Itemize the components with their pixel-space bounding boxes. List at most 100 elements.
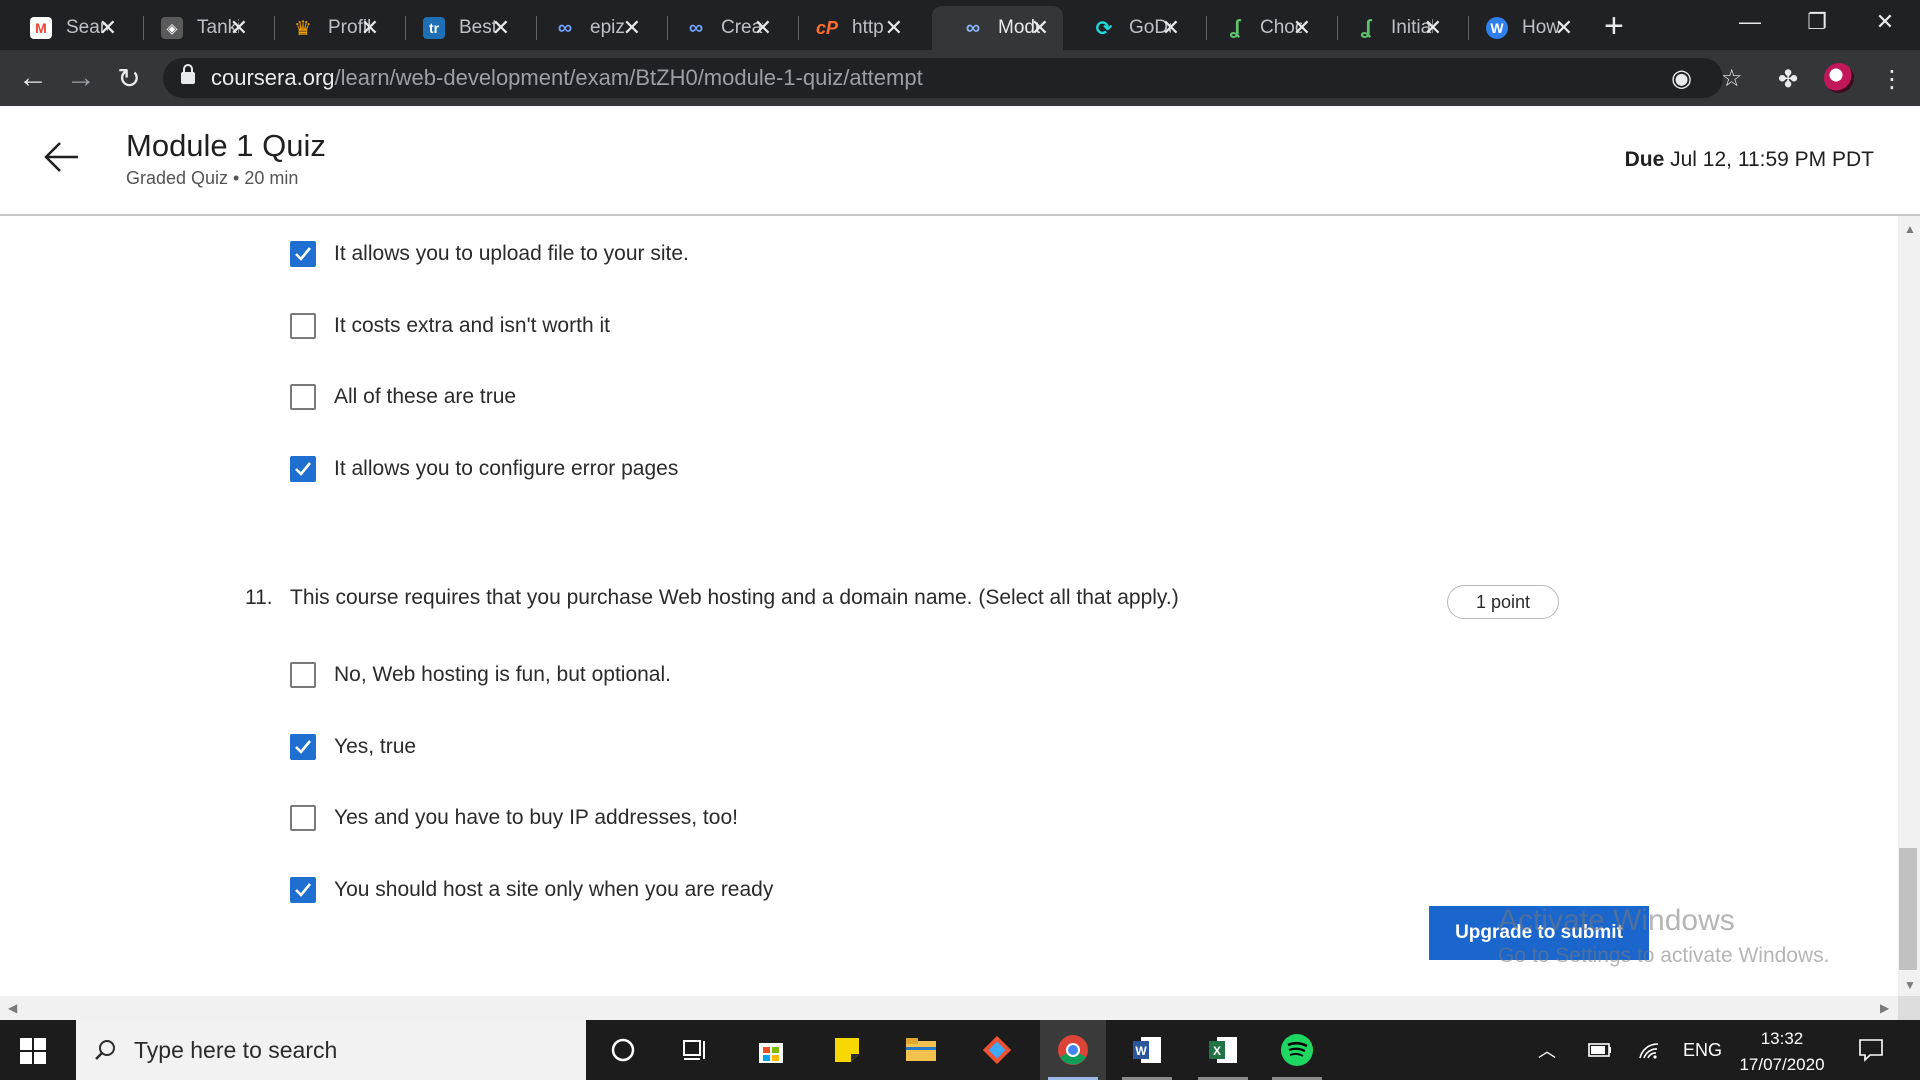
close-tab-icon[interactable]: ✕ [492,15,510,41]
horizontal-scrollbar[interactable] [0,996,1898,1020]
microsoft-store-icon[interactable] [738,1020,804,1080]
checkbox-checked[interactable] [290,456,316,482]
gmail-icon: M [30,17,52,39]
quiz-header: Module 1 Quiz Graded Quiz • 20 min Due J… [0,106,1920,216]
checkbox-checked[interactable] [290,877,316,903]
close-window-button[interactable]: ✕ [1850,0,1920,44]
back-button[interactable]: ← [13,58,53,98]
question-number: 11. [245,586,273,609]
check-icon [295,883,312,897]
checkbox-unchecked[interactable] [290,313,316,339]
address-bar[interactable]: coursera.org/learn/web-development/exam/… [163,58,1743,98]
notifications-icon[interactable] [1858,1020,1884,1080]
q11-option-2[interactable]: Yes, true [290,731,416,763]
tab-7[interactable]: cP http ✕ [786,6,917,50]
tab-6[interactable]: ∞ Create ✕ [655,6,786,50]
activate-windows-hint: Go to Settings to activate Windows. [1498,944,1830,967]
close-tab-icon[interactable]: ✕ [361,15,379,41]
new-tab-button[interactable]: + [1604,6,1624,46]
clock-date: 17/07/2020 [1739,1055,1825,1074]
word-icon[interactable]: W [1114,1020,1180,1080]
close-tab-icon[interactable]: ✕ [885,15,903,41]
battery-icon[interactable] [1588,1020,1612,1080]
git-icon[interactable] [964,1020,1030,1080]
star-icon[interactable]: ☆ [1721,64,1743,93]
lock-icon [181,64,195,84]
godaddy-icon: ⟳ [1095,17,1113,40]
close-tab-icon[interactable]: ✕ [230,15,248,41]
close-tab-icon[interactable]: ✕ [623,15,641,41]
vertical-scroll-thumb[interactable] [1899,848,1917,970]
q11-option-1[interactable]: No, Web hosting is fun, but optional. [290,659,671,691]
show-hidden-icons-chevron-icon[interactable]: ︿ [1538,1020,1556,1080]
scroll-up-arrow-icon[interactable]: ▲ [1904,222,1916,236]
forward-button[interactable]: → [61,58,101,98]
excel-icon[interactable]: X [1190,1020,1256,1080]
back-arrow-icon[interactable] [40,136,82,178]
tab-4[interactable]: tr Best ✕ [393,6,524,50]
checkbox-checked[interactable] [290,734,316,760]
tab-8-active[interactable]: ∞ Module ✕ [932,6,1063,50]
language-indicator[interactable]: ENG [1683,1020,1722,1080]
close-tab-icon[interactable]: ✕ [1162,15,1180,41]
q10-option-3[interactable]: All of these are true [290,381,516,413]
file-explorer-icon[interactable] [888,1020,954,1080]
task-view-icon[interactable] [662,1020,728,1080]
reload-button[interactable]: ↻ [109,58,149,98]
option-label: It allows you to upload file to your sit… [334,242,689,265]
tr-icon: tr [423,17,445,39]
q10-option-2[interactable]: It costs extra and isn't worth it [290,310,610,342]
checkbox-unchecked[interactable] [290,384,316,410]
points-badge: 1 point [1447,585,1559,619]
close-tab-icon[interactable]: ✕ [754,15,772,41]
tab-3[interactable]: ♛ Profile ✕ [262,6,393,50]
url-host: coursera.org [211,65,335,90]
tab-11[interactable]: ʆ Initial ✕ [1325,6,1456,50]
leaf-icon: ʆ [1229,16,1241,39]
cortana-icon[interactable] [590,1020,656,1080]
infinity-icon: ∞ [557,16,573,39]
chrome-icon[interactable] [1040,1020,1106,1080]
system-clock[interactable]: 13:32 17/07/2020 [1724,1026,1840,1078]
eye-off-icon[interactable]: ◉ [1671,64,1692,93]
menu-icon[interactable]: ⋮ [1880,65,1904,94]
restore-button[interactable]: ❐ [1782,0,1852,44]
close-tab-icon[interactable]: ✕ [1293,15,1311,41]
wifi-icon[interactable] [1638,1020,1660,1080]
q11-option-4[interactable]: You should host a site only when you are… [290,874,773,906]
q11-option-3[interactable]: Yes and you have to buy IP addresses, to… [290,802,738,834]
checkbox-unchecked[interactable] [290,805,316,831]
tab-2[interactable]: ◈ Tanki ✕ [131,6,262,50]
close-tab-icon[interactable]: ✕ [1424,15,1442,41]
close-tab-icon[interactable]: ✕ [99,15,117,41]
windows-start-icon[interactable] [20,1038,46,1064]
sticky-notes-icon[interactable] [814,1020,880,1080]
url-text[interactable]: coursera.org/learn/web-development/exam/… [211,65,923,91]
profile-avatar[interactable] [1824,63,1854,93]
close-tab-icon[interactable]: ✕ [1031,15,1049,41]
option-label: Yes and you have to buy IP addresses, to… [334,806,738,829]
minimize-button[interactable]: — [1715,0,1785,44]
scroll-left-arrow-icon[interactable]: ◀ [8,1001,17,1015]
q10-option-1[interactable]: It allows you to upload file to your sit… [290,238,689,270]
tab-9[interactable]: ⟳ GoDaddy ✕ [1063,6,1194,50]
due-value: Jul 12, 11:59 PM PDT [1670,148,1874,171]
tab-5[interactable]: ∞ epiz ✕ [524,6,655,50]
tab-12[interactable]: W How ✕ [1456,6,1587,50]
option-label: No, Web hosting is fun, but optional. [334,663,671,686]
extensions-icon[interactable]: ✤ [1778,65,1798,94]
close-tab-icon[interactable]: ✕ [1555,15,1573,41]
scroll-right-arrow-icon[interactable]: ▶ [1880,1001,1889,1015]
q10-option-4[interactable]: It allows you to configure error pages [290,453,678,485]
infinity-icon: ∞ [965,16,981,39]
scroll-down-arrow-icon[interactable]: ▼ [1904,978,1916,992]
spotify-icon[interactable] [1264,1020,1330,1080]
scrollbar-corner [1898,996,1920,1020]
tab-10[interactable]: ʆ Choose ✕ [1194,6,1325,50]
checkbox-unchecked[interactable] [290,662,316,688]
checkbox-checked[interactable] [290,241,316,267]
tab-1[interactable]: M Search ✕ [0,6,131,50]
check-icon [295,740,312,754]
option-label: It allows you to configure error pages [334,457,679,480]
taskbar-search-box[interactable]: Type here to search [76,1020,586,1080]
